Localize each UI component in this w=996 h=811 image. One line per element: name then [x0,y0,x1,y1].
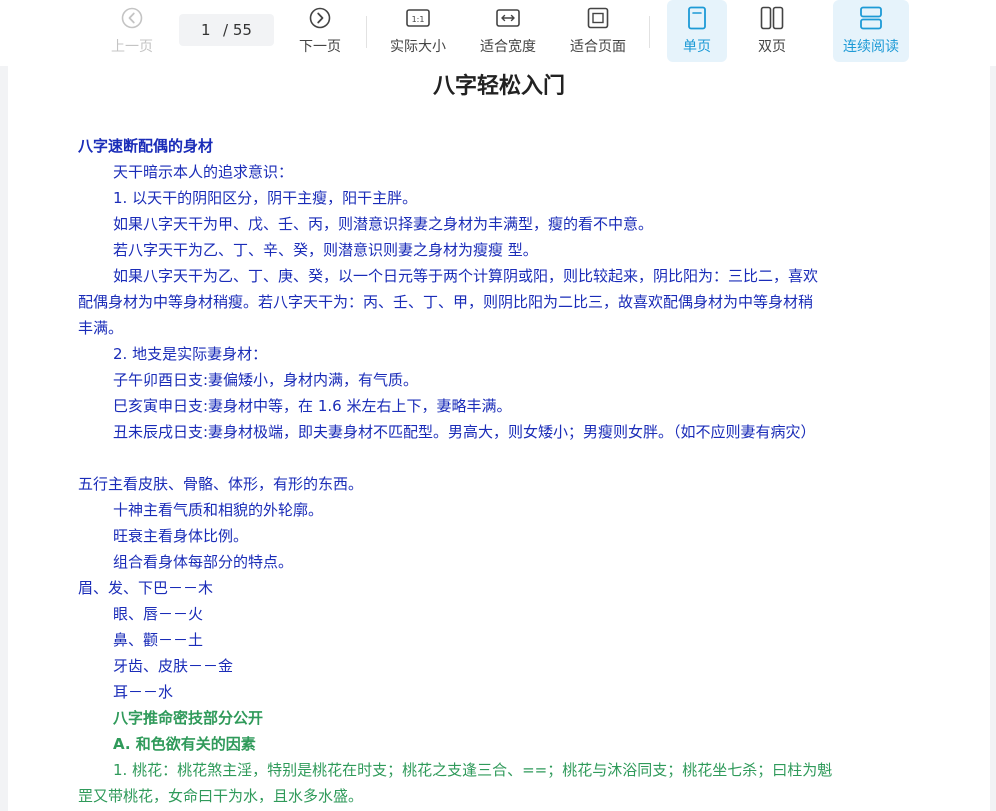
double-page-label: 双页 [758,39,786,55]
section-heading: 八字推命密技部分公开 [113,709,264,727]
toolbar-divider [366,16,367,48]
next-page-button[interactable]: 下一页 [292,0,348,62]
body-line: 耳－－水 [113,683,174,701]
body-line: 丑未辰戌日支:妻身材极端，即夫妻身材不匹配型。男高大，则女矮小；男瘦则女胖。（如… [113,423,816,441]
fit-width-label: 适合宽度 [480,39,536,55]
body-line: 若八字天干为乙、丁、辛、癸，则潜意识则妻之身材为瘦瘦 型。 [113,241,538,259]
chevron-right-circle-icon [309,6,331,30]
body-line: 罡又带桃花，女命曰干为水，且水多水盛。 [78,787,364,805]
current-page-number[interactable]: 1 [201,21,211,39]
body-line: 如果八字天干为乙、丁、庚、癸，以一个日元等于两个计算阴或阳，则比较起来，阴比阳为… [113,267,819,285]
body-line: 牙齿、皮肤－－金 [113,657,234,675]
body-line: 十神主看气质和相貌的外轮廓。 [113,501,324,519]
fit-width-icon [496,6,520,30]
fit-page-label: 适合页面 [570,39,626,55]
body-line: 2. 地支是实际妻身材： [113,345,268,363]
actual-size-button[interactable]: 1:1 实际大小 [384,0,452,62]
actual-size-icon-text: 1:1 [412,15,425,24]
body-line: 鼻、颧－－土 [113,631,204,649]
body-line: 天干暗示本人的追求意识： [113,163,294,181]
body-line: 配偶身材为中等身材稍瘦。若八字天干为：丙、壬、丁、甲，则阴比阳为二比三，故喜欢配… [78,293,814,311]
toolbar-divider [649,16,650,48]
single-page-icon [687,6,707,30]
chevron-left-circle-icon [121,6,143,30]
continuous-reading-icon [859,6,883,30]
actual-size-label: 实际大小 [390,39,446,55]
section-heading: 八字速断配偶的身材 [78,137,214,155]
double-page-icon [760,6,784,30]
body-line: 眼、唇－－火 [113,605,204,623]
body-line: 组合看身体每部分的特点。 [113,553,294,571]
fit-page-icon [587,6,609,30]
single-page-button[interactable]: 单页 [667,0,727,62]
body-line: 子午卯酉日支:妻偏矮小，身材内满，有气质。 [113,371,419,389]
subsection-heading: A. 和色欲有关的因素 [113,735,256,753]
body-line: 旺衰主看身体比例。 [113,527,249,545]
next-page-label: 下一页 [299,39,341,55]
single-page-label: 单页 [683,39,711,55]
viewer-toolbar: 上一页 1 / 55 下一页 1:1 实际大小 适合宽度 适合页面 单页 双页 … [0,0,996,66]
body-line: 1. 桃花：桃花煞主淫，特别是桃花在时支；桃花之支逢三合、==；桃花与沐浴同支；… [113,761,833,779]
total-pages: / 55 [223,21,252,39]
fit-width-button[interactable]: 适合宽度 [474,0,542,62]
prev-page-button[interactable]: 上一页 [104,0,160,62]
body-line: 眉、发、下巴－－木 [78,579,214,597]
double-page-button[interactable]: 双页 [744,0,800,62]
body-line: 五行主看皮肤、骨骼、体形，有形的东西。 [78,475,364,493]
page-number-input[interactable]: 1 / 55 [179,14,274,46]
body-line: 如果八字天干为甲、戊、壬、丙，则潜意识择妻之身材为丰满型，瘦的看不中意。 [113,215,654,233]
fit-page-button[interactable]: 适合页面 [564,0,632,62]
document-page: 八字轻松入门 八字速断配偶的身材 天干暗示本人的追求意识： 1. 以天干的阴阳区… [8,66,990,811]
continuous-reading-label: 连续阅读 [843,39,899,55]
document-title: 八字轻松入门 [432,74,565,99]
continuous-reading-button[interactable]: 连续阅读 [833,0,909,62]
body-line: 巳亥寅申日支:妻身材中等，在 1.6 米左右上下，妻略丰满。 [113,397,512,415]
body-line: 1. 以天干的阴阳区分，阴干主瘦，阳干主胖。 [113,189,418,207]
actual-size-icon: 1:1 [406,6,430,30]
prev-page-label: 上一页 [111,39,153,55]
body-line: 丰满。 [78,319,124,337]
